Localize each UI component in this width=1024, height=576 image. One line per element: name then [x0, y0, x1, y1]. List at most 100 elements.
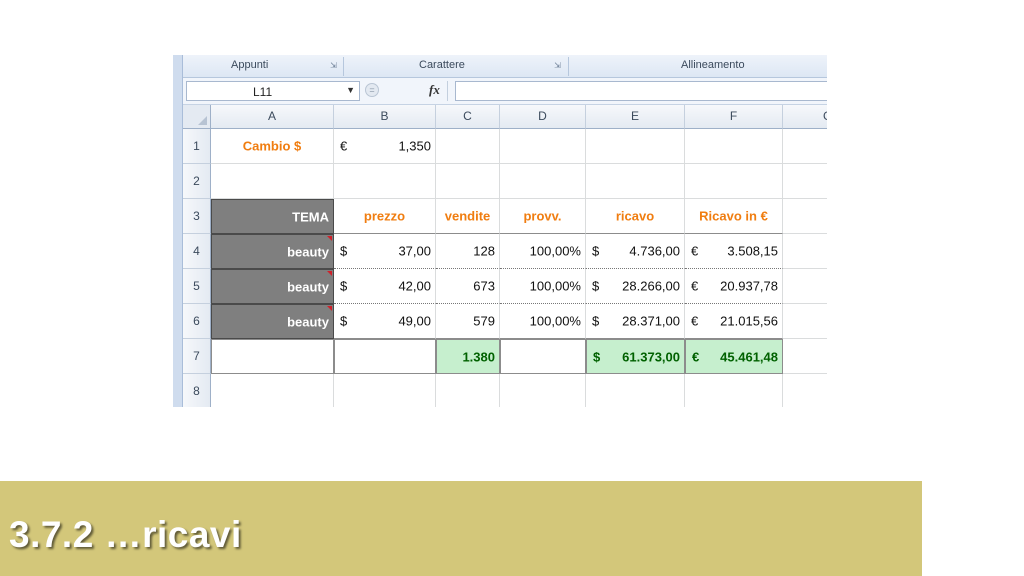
- column-header-f[interactable]: F: [685, 105, 783, 129]
- cell-a8[interactable]: [211, 374, 334, 407]
- cell-f1[interactable]: [685, 129, 783, 164]
- cell-d3[interactable]: provv.: [500, 199, 586, 234]
- cell-f3[interactable]: Ricavo in €: [685, 199, 783, 234]
- row-header-1[interactable]: 1: [183, 129, 211, 164]
- ricavo-value: 28.371,00: [622, 313, 680, 329]
- cell-f7[interactable]: €45.461,48: [685, 339, 783, 374]
- ribbon-group-allineamento[interactable]: Allineamento: [681, 59, 745, 71]
- cell-f2[interactable]: [685, 164, 783, 199]
- cell-f4[interactable]: €3.508,15: [685, 234, 783, 269]
- currency-symbol: $: [592, 278, 600, 294]
- cell-c6[interactable]: 579: [436, 304, 500, 339]
- cell-c1[interactable]: [436, 129, 500, 164]
- cell-e8[interactable]: [586, 374, 685, 407]
- cell-a5[interactable]: beauty: [211, 269, 334, 304]
- cell-d7[interactable]: [500, 339, 586, 374]
- row-header-8[interactable]: 8: [183, 374, 211, 407]
- ricavo-eur-value: 3.508,15: [727, 243, 778, 259]
- header-ricavo-eur: Ricavo in €: [699, 208, 768, 224]
- row-header-7[interactable]: 7: [183, 339, 211, 374]
- cell-g7[interactable]: [783, 339, 827, 374]
- cell-g1[interactable]: [783, 129, 827, 164]
- column-header-b[interactable]: B: [334, 105, 436, 129]
- cell-e1[interactable]: [586, 129, 685, 164]
- formula-input[interactable]: [455, 81, 827, 101]
- tema-value: beauty: [287, 244, 329, 259]
- comment-indicator-icon[interactable]: [327, 306, 332, 311]
- cell-d5[interactable]: 100,00%: [500, 269, 586, 304]
- currency-symbol: $: [340, 278, 348, 294]
- chevron-down-icon[interactable]: ▼: [346, 85, 355, 95]
- cell-c2[interactable]: [436, 164, 500, 199]
- cell-c3[interactable]: vendite: [436, 199, 500, 234]
- cell-c7[interactable]: 1.380: [436, 339, 500, 374]
- ribbon-group-appunti[interactable]: Appunti: [231, 59, 268, 71]
- cell-g8[interactable]: [783, 374, 827, 407]
- cell-c4[interactable]: 128: [436, 234, 500, 269]
- comment-indicator-icon[interactable]: [327, 236, 332, 241]
- cell-g2[interactable]: [783, 164, 827, 199]
- name-box[interactable]: L11 ▼: [186, 81, 360, 101]
- column-header-e[interactable]: E: [586, 105, 685, 129]
- cell-e2[interactable]: [586, 164, 685, 199]
- comment-indicator-icon[interactable]: [327, 271, 332, 276]
- formula-divider: [447, 81, 448, 101]
- dialog-launcher-icon[interactable]: ⇲: [553, 61, 562, 70]
- row-header-2[interactable]: 2: [183, 164, 211, 199]
- cell-b7[interactable]: [334, 339, 436, 374]
- cell-b2[interactable]: [334, 164, 436, 199]
- cell-a7[interactable]: [211, 339, 334, 374]
- cancel-entry-icon[interactable]: =: [365, 83, 379, 97]
- cell-b5[interactable]: $42,00: [334, 269, 436, 304]
- provv-value: 100,00%: [529, 313, 581, 329]
- slide-title: 3.7.2 …ricavi: [9, 514, 242, 555]
- cell-g5[interactable]: [783, 269, 827, 304]
- cell-b8[interactable]: [334, 374, 436, 407]
- column-header-a[interactable]: A: [211, 105, 334, 129]
- cell-g4[interactable]: [783, 234, 827, 269]
- cell-e6[interactable]: $28.371,00: [586, 304, 685, 339]
- cell-a4[interactable]: beauty: [211, 234, 334, 269]
- cell-b3[interactable]: prezzo: [334, 199, 436, 234]
- cell-e7[interactable]: $61.373,00: [586, 339, 685, 374]
- row-header-4[interactable]: 4: [183, 234, 211, 269]
- cell-b6[interactable]: $49,00: [334, 304, 436, 339]
- cell-a3[interactable]: TEMA: [211, 199, 334, 234]
- ribbon-separator: [343, 57, 344, 76]
- cell-c8[interactable]: [436, 374, 500, 407]
- total-vendite: 1.380: [462, 349, 495, 364]
- dialog-launcher-icon[interactable]: ⇲: [329, 61, 338, 70]
- cell-d1[interactable]: [500, 129, 586, 164]
- cell-a2[interactable]: [211, 164, 334, 199]
- cell-g3[interactable]: [783, 199, 827, 234]
- cell-d8[interactable]: [500, 374, 586, 407]
- cell-d2[interactable]: [500, 164, 586, 199]
- vendite-value: 673: [473, 278, 495, 294]
- row-header-5[interactable]: 5: [183, 269, 211, 304]
- cell-f5[interactable]: €20.937,78: [685, 269, 783, 304]
- column-header-g[interactable]: G: [783, 105, 827, 129]
- ribbon-group-carattere[interactable]: Carattere: [419, 59, 465, 71]
- currency-symbol: $: [340, 243, 348, 259]
- cell-d6[interactable]: 100,00%: [500, 304, 586, 339]
- cell-e5[interactable]: $28.266,00: [586, 269, 685, 304]
- column-header-c[interactable]: C: [436, 105, 500, 129]
- cell-a6[interactable]: beauty: [211, 304, 334, 339]
- cell-g6[interactable]: [783, 304, 827, 339]
- cell-b1[interactable]: €1,350: [334, 129, 436, 164]
- row-header-6[interactable]: 6: [183, 304, 211, 339]
- cell-c5[interactable]: 673: [436, 269, 500, 304]
- header-vendite: vendite: [444, 208, 491, 224]
- cell-d4[interactable]: 100,00%: [500, 234, 586, 269]
- column-header-d[interactable]: D: [500, 105, 586, 129]
- insert-function-icon[interactable]: fx: [429, 82, 440, 98]
- cell-b4[interactable]: $37,00: [334, 234, 436, 269]
- cell-f8[interactable]: [685, 374, 783, 407]
- cell-f6[interactable]: €21.015,56: [685, 304, 783, 339]
- cell-e3[interactable]: ricavo: [586, 199, 685, 234]
- row-header-3[interactable]: 3: [183, 199, 211, 234]
- select-all-button[interactable]: [183, 105, 211, 129]
- cell-e4[interactable]: $4.736,00: [586, 234, 685, 269]
- currency-symbol: €: [340, 138, 348, 154]
- cell-a1[interactable]: Cambio $: [211, 129, 334, 164]
